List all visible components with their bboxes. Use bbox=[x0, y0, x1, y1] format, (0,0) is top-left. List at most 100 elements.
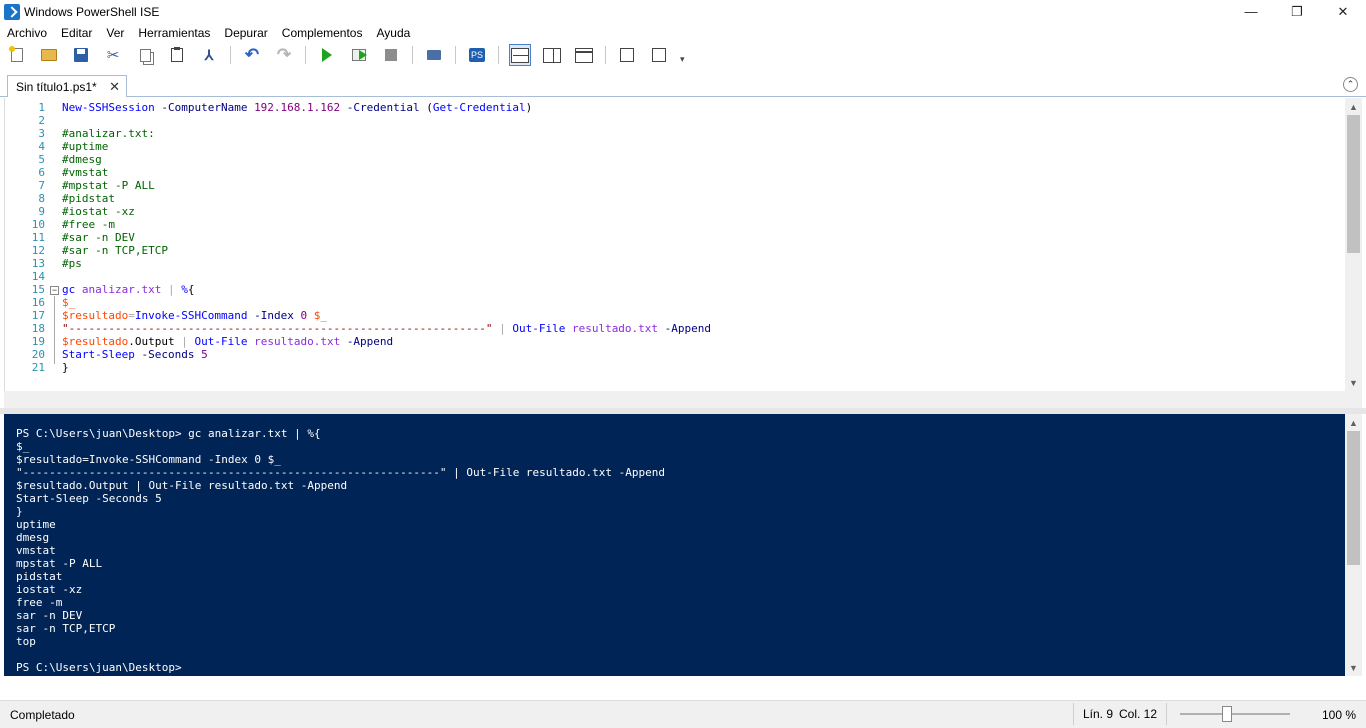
menu-complementos[interactable]: Complementos bbox=[275, 26, 370, 40]
console-line: } bbox=[16, 505, 23, 518]
show-command-window-button[interactable] bbox=[616, 44, 638, 66]
scroll-up-icon[interactable]: ▲ bbox=[1345, 98, 1362, 115]
menu-ayuda[interactable]: Ayuda bbox=[369, 26, 417, 40]
layout-right-icon bbox=[543, 47, 561, 63]
editor-horizontal-scrollbar[interactable] bbox=[4, 391, 1362, 408]
zoom-slider[interactable] bbox=[1180, 713, 1290, 715]
console-line: $resultado=Invoke-SSHCommand -Index 0 $_ bbox=[16, 453, 281, 466]
line-number: 5 bbox=[38, 153, 45, 166]
zoom-slider-thumb[interactable] bbox=[1222, 706, 1233, 722]
status-text: Completado bbox=[10, 708, 75, 722]
code-token: . bbox=[128, 335, 135, 348]
console-line: PS C:\Users\juan\Desktop> bbox=[16, 661, 182, 674]
remote-powershell-tab-button[interactable] bbox=[423, 44, 445, 66]
copy-button[interactable] bbox=[134, 44, 156, 66]
close-button[interactable]: ✕ bbox=[1320, 0, 1366, 23]
show-script-pane-maximized-button[interactable] bbox=[573, 44, 595, 66]
code-line: $resultado.Output | Out-File resultado.t… bbox=[62, 335, 711, 348]
scroll-down-icon[interactable]: ▼ bbox=[1345, 659, 1362, 676]
close-tab-icon[interactable]: ✕ bbox=[109, 79, 120, 95]
code-token: ( bbox=[419, 101, 433, 114]
line-number: 15 bbox=[31, 283, 45, 296]
show-script-pane-top-button[interactable] bbox=[509, 44, 531, 66]
scrollbar-thumb[interactable] bbox=[1347, 115, 1360, 253]
cut-button[interactable]: ✂ bbox=[102, 44, 124, 66]
code-line: #dmesg bbox=[62, 153, 711, 166]
show-command-addon-button[interactable] bbox=[648, 44, 670, 66]
collapse-script-pane-icon[interactable]: ⌃ bbox=[1343, 77, 1358, 92]
code-line: #mpstat -P ALL bbox=[62, 179, 711, 192]
toolbar-separator bbox=[230, 46, 231, 64]
toolbar-separator bbox=[455, 46, 456, 64]
line-number: 7 bbox=[38, 179, 45, 192]
powershell-ise-icon bbox=[4, 3, 20, 20]
scroll-down-icon[interactable]: ▼ bbox=[1345, 374, 1362, 391]
command-window-icon bbox=[620, 48, 634, 62]
code-token: #vmstat bbox=[62, 166, 109, 179]
maximize-button[interactable]: ❐ bbox=[1274, 0, 1320, 23]
menu-editar[interactable]: Editar bbox=[54, 26, 99, 40]
clear-console-button[interactable]: ⅄ bbox=[198, 44, 220, 66]
clipboard-icon bbox=[171, 48, 183, 62]
redo-button[interactable]: ↷ bbox=[273, 44, 295, 66]
new-script-button[interactable] bbox=[6, 44, 28, 66]
console-vertical-scrollbar[interactable]: ▲ ▼ bbox=[1345, 414, 1362, 676]
line-number-gutter: 1 2 3 4 5 6 7 8 9 10 11 12 13 14 15 16 17 18 19 20 21 bbox=[5, 101, 45, 374]
line-number: 4 bbox=[38, 140, 45, 153]
script-editor[interactable]: 1 2 3 4 5 6 7 8 9 10 11 12 13 14 15 16 17 18 19 20 21 − New-… bbox=[4, 98, 1362, 391]
code-token: #iostat -xz bbox=[62, 205, 135, 218]
save-icon bbox=[74, 48, 88, 62]
code-token: #mpstat -P ALL bbox=[62, 179, 155, 192]
code-token: -Seconds bbox=[141, 348, 195, 361]
code-line: "---------------------------------------… bbox=[62, 322, 711, 335]
code-line: #sar -n TCP,ETCP bbox=[62, 244, 711, 257]
script-tab-strip: Sin título1.ps1* ✕ ⌃ bbox=[0, 72, 1366, 97]
code-line: gc analizar.txt | %{ bbox=[62, 283, 711, 296]
save-script-button[interactable] bbox=[70, 44, 92, 66]
run-script-button[interactable] bbox=[316, 44, 338, 66]
code-line: #ps bbox=[62, 257, 711, 270]
console-line: top bbox=[16, 635, 36, 648]
paste-button[interactable] bbox=[166, 44, 188, 66]
fold-toggle-icon[interactable]: − bbox=[50, 286, 59, 295]
console-line: "---------------------------------------… bbox=[16, 466, 666, 479]
show-script-pane-right-button[interactable] bbox=[541, 44, 563, 66]
code-token: -Credential bbox=[346, 101, 420, 114]
start-powershell-button[interactable]: PS bbox=[466, 44, 488, 66]
menu-depurar[interactable]: Depurar bbox=[217, 26, 274, 40]
stop-icon bbox=[385, 49, 397, 61]
menu-archivo[interactable]: Archivo bbox=[0, 26, 54, 40]
line-number: 20 bbox=[31, 348, 45, 361]
tab-sin-titulo1[interactable]: Sin título1.ps1* ✕ bbox=[7, 75, 127, 97]
run-selection-button[interactable] bbox=[348, 44, 370, 66]
clear-icon: ⅄ bbox=[204, 46, 214, 63]
script-code[interactable]: New-SSHSession -ComputerName 192.168.1.1… bbox=[62, 101, 711, 374]
code-token: #uptime bbox=[62, 140, 109, 153]
scroll-up-icon[interactable]: ▲ bbox=[1345, 414, 1362, 431]
code-token: { bbox=[187, 283, 195, 296]
minimize-button[interactable]: — bbox=[1228, 0, 1274, 23]
code-token: #sar -n TCP,ETCP bbox=[62, 244, 168, 257]
window-controls: — ❐ ✕ bbox=[1228, 0, 1366, 23]
console-pane[interactable]: PS C:\Users\juan\Desktop> gc analizar.tx… bbox=[4, 414, 1362, 676]
editor-vertical-scrollbar[interactable]: ▲ ▼ bbox=[1345, 98, 1362, 391]
console-line: sar -n TCP,ETCP bbox=[16, 622, 116, 635]
code-token: ) bbox=[525, 101, 533, 114]
zoom-value: 100 % bbox=[1322, 708, 1357, 722]
menu-ver[interactable]: Ver bbox=[99, 26, 131, 40]
code-token: gc bbox=[62, 283, 76, 296]
menu-herramientas[interactable]: Herramientas bbox=[131, 26, 217, 40]
code-token: "---------------------------------------… bbox=[62, 322, 493, 335]
scrollbar-thumb[interactable] bbox=[1347, 431, 1360, 565]
code-token: -Append bbox=[664, 322, 712, 335]
undo-button[interactable]: ↶ bbox=[241, 44, 263, 66]
open-script-button[interactable] bbox=[38, 44, 60, 66]
toolbar-overflow-icon[interactable]: ▾ bbox=[680, 54, 685, 65]
layout-maximized-icon bbox=[575, 47, 593, 63]
stop-button[interactable] bbox=[380, 44, 402, 66]
